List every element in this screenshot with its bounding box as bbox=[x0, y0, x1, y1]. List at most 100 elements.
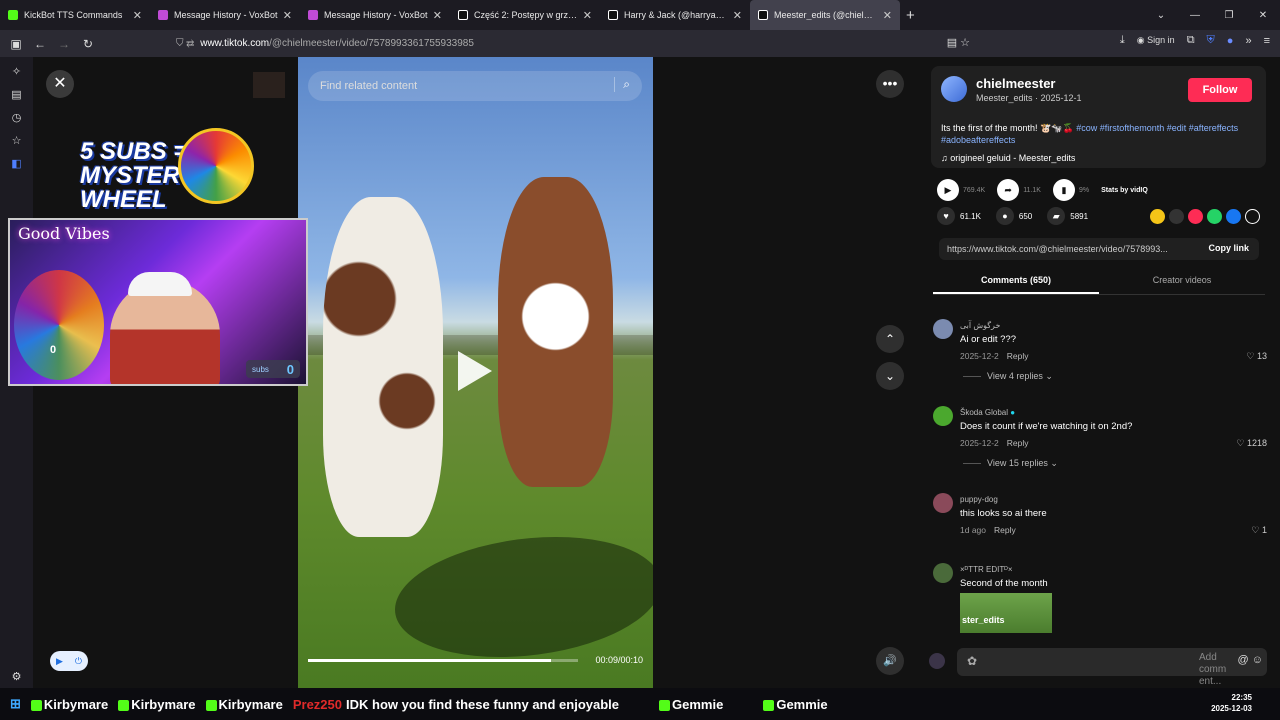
taskbar-chat-item[interactable]: Kirbymare bbox=[30, 697, 108, 712]
reply-button[interactable]: Reply bbox=[1007, 438, 1029, 448]
mention-emoji-icons[interactable]: @ ☺ bbox=[1238, 654, 1263, 666]
extension-icon[interactable]: ● bbox=[1227, 35, 1234, 47]
more-options-button[interactable]: ••• bbox=[876, 70, 904, 98]
heart-icon[interactable]: ♥ bbox=[937, 207, 955, 225]
author-username[interactable]: chielmeester bbox=[976, 76, 1056, 91]
add-comment-input[interactable]: ✿ Add comm ent... @ ☺ bbox=[957, 648, 1267, 687]
close-tab-icon[interactable]: ✕ bbox=[883, 9, 892, 22]
close-window-button[interactable]: ✕ bbox=[1246, 10, 1280, 21]
commenter-name[interactable]: puppy-dog bbox=[960, 495, 998, 504]
comment-like[interactable]: ♡ 1 bbox=[1251, 525, 1267, 536]
close-tab-icon[interactable]: ✕ bbox=[733, 9, 742, 22]
system-clock[interactable]: 22:35 2025-12-03 bbox=[1211, 692, 1252, 714]
embed-icon[interactable] bbox=[1169, 209, 1184, 224]
author-avatar[interactable] bbox=[941, 76, 967, 102]
music-link[interactable]: ♫ origineel geluid - Meester_edits bbox=[941, 153, 1075, 163]
shield-extension-icon[interactable]: ⛨ bbox=[1207, 34, 1215, 47]
find-related-search[interactable]: Find related content ⌕ bbox=[308, 71, 642, 101]
history-icon[interactable]: ◷ bbox=[12, 111, 22, 124]
maximize-button[interactable]: ❐ bbox=[1212, 10, 1246, 21]
reader-bookmark-icons[interactable]: ▤ ☆ bbox=[947, 36, 970, 49]
extension-toggle[interactable]: ▶ ⏻ bbox=[50, 651, 88, 671]
commenter-avatar[interactable] bbox=[933, 319, 953, 339]
comment-icon[interactable]: ● bbox=[995, 207, 1014, 225]
close-tab-icon[interactable]: ✕ bbox=[583, 9, 592, 22]
video-player[interactable]: Find related content ⌕ 00:09/00:10 bbox=[298, 57, 653, 688]
comment-like[interactable]: ♡ 1218 bbox=[1236, 438, 1267, 449]
panel-tabs: Comments (650) Creator videos bbox=[933, 273, 1265, 295]
reply-button[interactable]: Reply bbox=[994, 525, 1016, 535]
facebook-icon[interactable] bbox=[1226, 209, 1241, 224]
extensions-icon[interactable]: ⧉ bbox=[1187, 34, 1195, 47]
close-tab-icon[interactable]: ✕ bbox=[283, 9, 292, 22]
stats-by-label[interactable]: Stats by vidIQ bbox=[1101, 187, 1148, 194]
volume-button[interactable]: 🔊 bbox=[876, 647, 904, 675]
whatsapp-icon[interactable] bbox=[1207, 209, 1222, 224]
address-bar[interactable]: ⛉ ⇄ www.tiktok.com/@chielmeester/video/7… bbox=[176, 33, 996, 54]
start-icon[interactable]: ⊞ bbox=[10, 696, 21, 712]
send-icon[interactable] bbox=[1188, 209, 1203, 224]
webcam-overlay: Good Vibes 0 subs 0 bbox=[8, 218, 308, 386]
commenter-name[interactable]: Škoda Global ● bbox=[960, 408, 1015, 417]
blurred-thumbnail bbox=[253, 72, 285, 98]
new-tab-button[interactable]: + bbox=[906, 7, 915, 24]
browser-tab-bar: KickBot TTS Commands ✕ Message History - … bbox=[0, 0, 1280, 30]
view-replies-button[interactable]: View 15 replies ⌄ bbox=[963, 458, 1058, 469]
video-link[interactable]: https://www.tiktok.com/@chielmeester/vid… bbox=[947, 244, 1168, 254]
taskbar-chat-item[interactable]: Kirbymare bbox=[205, 697, 283, 712]
browser-tab[interactable]: Część 2: Postępy w grze w darts...✕ bbox=[450, 0, 600, 30]
taskbar-chat-item[interactable]: IDK how you find these funny and enjoyab… bbox=[346, 697, 619, 712]
commenter-avatar[interactable] bbox=[933, 563, 953, 583]
search-icon[interactable]: ⌕ bbox=[614, 77, 630, 92]
back-button[interactable]: ← bbox=[28, 37, 52, 51]
ai-sparkle-icon[interactable]: ✧ bbox=[12, 65, 21, 78]
sidebar-toggle-icon[interactable]: ▣ bbox=[4, 37, 28, 51]
browser-tab[interactable]: KickBot TTS Commands ✕ bbox=[0, 0, 150, 30]
next-video-button[interactable]: ⌄ bbox=[876, 362, 904, 390]
minimize-button[interactable]: — bbox=[1178, 10, 1212, 21]
reply-button[interactable]: Reply bbox=[1007, 351, 1029, 361]
taskbar-chat-item[interactable]: Prez250 bbox=[293, 697, 342, 712]
previous-video-button[interactable]: ⌃ bbox=[876, 325, 904, 353]
copy-link-button[interactable]: Copy link bbox=[1208, 243, 1249, 253]
browser-tab[interactable]: Message History - VoxBot ✕ bbox=[300, 0, 450, 30]
close-tab-icon[interactable]: ✕ bbox=[133, 9, 142, 22]
download-icon[interactable]: ⤓ bbox=[1120, 34, 1125, 47]
comment-image[interactable]: ster_edits bbox=[960, 593, 1052, 633]
commenter-avatar[interactable] bbox=[933, 493, 953, 513]
taskbar-chat-item[interactable]: Kirbymare bbox=[118, 697, 196, 712]
tab-creator-videos[interactable]: Creator videos bbox=[1099, 273, 1265, 294]
bookmark-icon[interactable]: ▰ bbox=[1047, 207, 1066, 225]
bookmarks-star-icon[interactable]: ☆ bbox=[12, 134, 22, 147]
taskbar-chat-item[interactable]: Gemmie bbox=[763, 697, 828, 712]
coin-icon[interactable] bbox=[1150, 209, 1165, 224]
browser-tab-active[interactable]: Meester_edits (@chielmeester)✕ bbox=[750, 0, 900, 30]
commenter-name[interactable]: ×ᴰTTR EDITᴰ× bbox=[960, 565, 1013, 574]
taskbar-chat-item[interactable]: Gemmie bbox=[659, 697, 723, 712]
settings-gear-icon[interactable]: ⚙ bbox=[12, 670, 22, 683]
tab-list-icon[interactable]: ⌄ bbox=[1144, 10, 1178, 21]
video-progress-bar[interactable] bbox=[308, 659, 578, 662]
comment-like[interactable]: ♡ 13 bbox=[1246, 351, 1267, 362]
reading-list-icon[interactable]: ▤ bbox=[11, 88, 21, 101]
browser-tab[interactable]: Message History - VoxBot ✕ bbox=[150, 0, 300, 30]
menu-icon[interactable]: ≡ bbox=[1264, 35, 1270, 47]
video-time: 00:09/00:10 bbox=[595, 655, 643, 665]
share-arrow-icon[interactable] bbox=[1245, 209, 1260, 224]
extension-sidebar-icon[interactable]: ◧ bbox=[11, 157, 21, 170]
commenter-name[interactable]: خرگوش آبی bbox=[960, 321, 1000, 330]
overflow-chevron-icon[interactable]: » bbox=[1245, 35, 1251, 47]
close-tab-icon[interactable]: ✕ bbox=[433, 9, 442, 22]
reload-button[interactable]: ↻ bbox=[76, 37, 100, 51]
sign-in-button[interactable]: ◉ Sign in bbox=[1137, 35, 1175, 46]
close-video-button[interactable]: ✕ bbox=[46, 70, 74, 98]
tab-comments[interactable]: Comments (650) bbox=[933, 273, 1099, 294]
play-icon[interactable] bbox=[458, 351, 492, 391]
browser-tab[interactable]: Harry & Jack (@harryandjack_)✕ bbox=[600, 0, 750, 30]
sticker-icon[interactable]: ✿ bbox=[967, 654, 977, 668]
comment-meta: 2025-12-2 Reply bbox=[960, 351, 1029, 361]
follow-button[interactable]: Follow bbox=[1188, 78, 1252, 102]
forward-button[interactable]: → bbox=[52, 37, 76, 51]
view-replies-button[interactable]: View 4 replies ⌄ bbox=[963, 371, 1053, 382]
commenter-avatar[interactable] bbox=[933, 406, 953, 426]
